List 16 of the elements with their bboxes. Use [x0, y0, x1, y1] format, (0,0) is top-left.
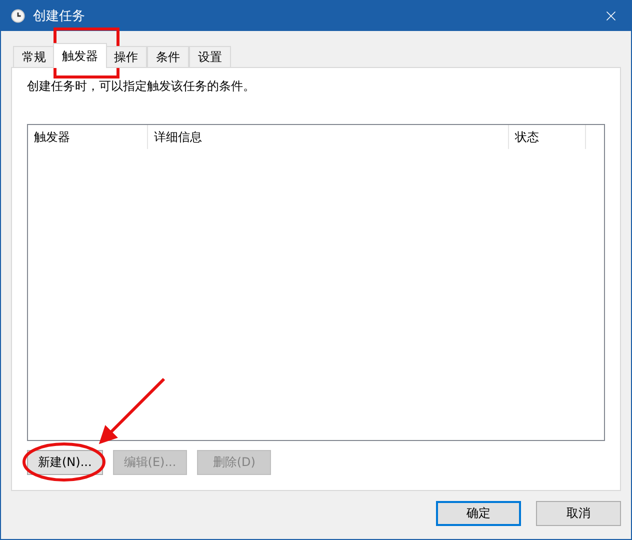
- description-text: 创建任务时，可以指定触发该任务的条件。: [27, 78, 256, 95]
- clock-icon: [11, 9, 25, 23]
- window-title: 创建任务: [33, 8, 86, 25]
- tab[interactable]: 条件: [147, 46, 189, 68]
- dialog-button[interactable]: 取消: [536, 501, 621, 526]
- column-header[interactable]: 触发器: [28, 125, 148, 149]
- tab[interactable]: 设置: [189, 46, 231, 68]
- column-header[interactable]: 详细信息: [148, 125, 509, 149]
- column-header[interactable]: 状态: [509, 125, 586, 149]
- tab[interactable]: 操作: [105, 46, 147, 68]
- pointer-arrow: [98, 378, 166, 444]
- action-button[interactable]: 新建(N)...: [27, 450, 103, 475]
- dialog-button[interactable]: 确定: [436, 501, 521, 526]
- tab[interactable]: 触发器: [53, 43, 107, 68]
- trigger-list[interactable]: 触发器 详细信息 状态: [27, 124, 605, 441]
- tab[interactable]: 常规: [13, 46, 55, 68]
